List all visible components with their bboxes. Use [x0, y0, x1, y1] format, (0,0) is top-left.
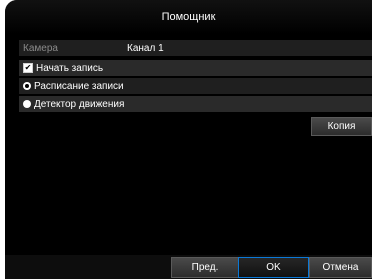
schedule-row[interactable]: Расписание записи: [19, 78, 372, 94]
dialog-title: Помощник: [5, 0, 372, 34]
motion-radio[interactable]: [23, 100, 31, 108]
ok-button[interactable]: OK: [238, 257, 309, 278]
copy-button[interactable]: Копия: [311, 117, 372, 136]
motion-label: Детектор движения: [34, 98, 125, 110]
motion-row[interactable]: Детектор движения: [19, 96, 372, 112]
schedule-label: Расписание записи: [34, 80, 124, 92]
schedule-radio[interactable]: [23, 82, 31, 90]
start-recording-row[interactable]: ✔ Начать запись: [19, 60, 372, 76]
start-recording-checkbox[interactable]: ✔: [23, 63, 33, 73]
camera-label: Камера: [23, 42, 58, 54]
prev-button[interactable]: Пред.: [171, 257, 239, 278]
start-recording-label: Начать запись: [36, 62, 104, 74]
camera-row: Камера Канал 1: [19, 40, 372, 56]
camera-select[interactable]: Канал 1: [127, 43, 164, 54]
setup-wizard-window: Помощник Камера Канал 1 ✔ Начать запись …: [5, 0, 372, 279]
cancel-button[interactable]: Отмена: [309, 257, 372, 278]
